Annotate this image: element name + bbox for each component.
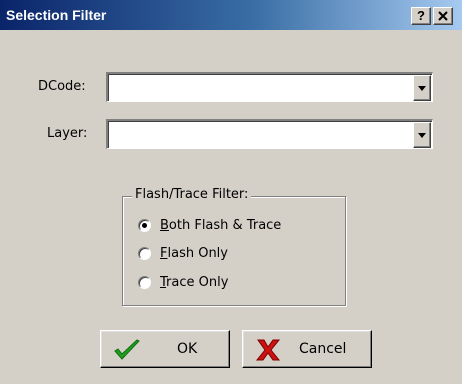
flash-trace-filter-group: [122, 196, 346, 306]
cancel-button[interactable]: Cancel: [242, 330, 372, 368]
radio-button[interactable]: [138, 247, 151, 260]
ok-button[interactable]: OK: [100, 330, 230, 368]
dcode-label: DCode:: [38, 79, 86, 94]
chevron-down-icon: [418, 86, 426, 91]
help-label: ?: [417, 8, 425, 23]
chevron-down-icon: [418, 133, 426, 138]
radio-label: Flash Only: [160, 246, 228, 261]
dcode-dropdown-button[interactable]: [413, 75, 431, 101]
ok-label: OK: [177, 341, 198, 357]
cancel-label: Cancel: [299, 341, 347, 357]
close-icon: [438, 11, 448, 21]
layer-combobox[interactable]: [106, 119, 433, 149]
radio-label: Both Flash & Trace: [160, 218, 282, 233]
title-bar[interactable]: Selection Filter ?: [0, 0, 462, 30]
red-x-icon: [255, 339, 281, 361]
layer-dropdown-button[interactable]: [413, 122, 431, 148]
radio-button[interactable]: [138, 219, 151, 232]
radio-label: Trace Only: [160, 275, 229, 290]
help-button[interactable]: ?: [411, 7, 431, 25]
checkmark-icon: [114, 339, 140, 360]
group-title: Flash/Trace Filter:: [132, 187, 252, 202]
radio-selected-dot: [142, 223, 147, 228]
window-title: Selection Filter: [6, 7, 107, 23]
close-button[interactable]: [433, 7, 453, 25]
dcode-combobox[interactable]: [106, 72, 433, 102]
layer-label: Layer:: [47, 126, 88, 141]
radio-button[interactable]: [138, 276, 151, 289]
